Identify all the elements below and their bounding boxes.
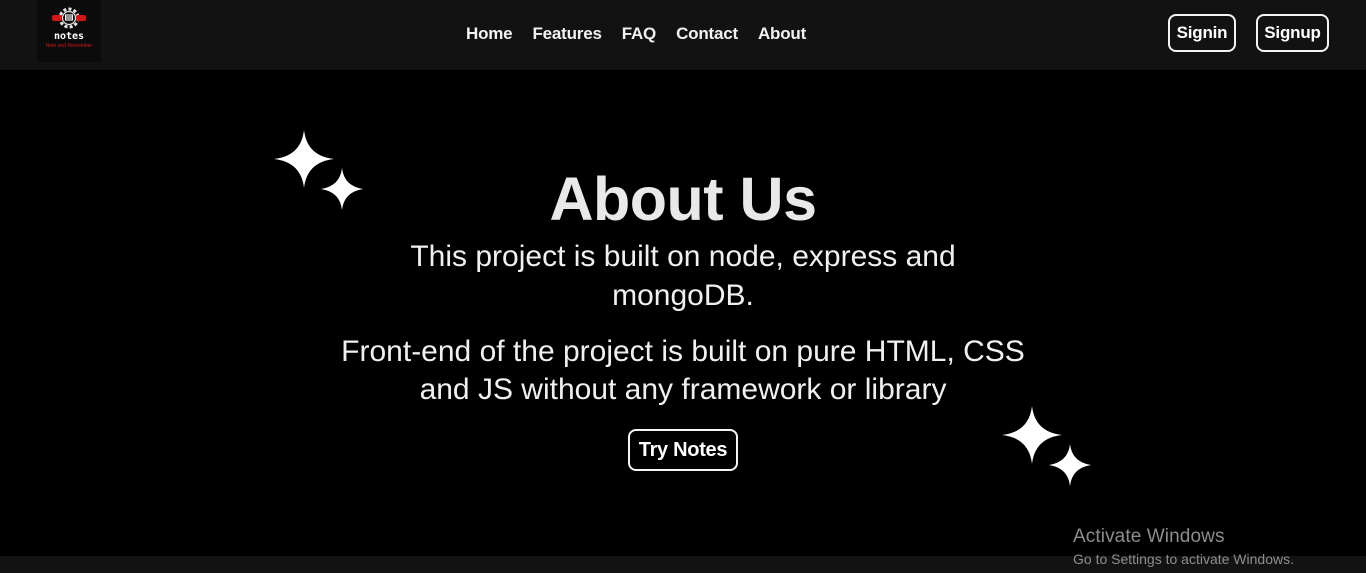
watermark-subtitle: Go to Settings to activate Windows. [1073, 551, 1294, 567]
signin-button[interactable]: Signin [1168, 14, 1236, 52]
logo-tagline: Note and Remember [45, 43, 93, 49]
main-nav: Home Features FAQ Contact About [466, 22, 806, 46]
activate-windows-watermark: Activate Windows Go to Settings to activ… [1073, 526, 1294, 568]
navbar: notes Note and Remember Home Features FA… [0, 0, 1366, 70]
signup-button[interactable]: Signup [1256, 14, 1329, 52]
logo-wordmark: notes [53, 31, 85, 42]
nav-link-faq[interactable]: FAQ [622, 22, 657, 46]
logo[interactable]: notes Note and Remember [37, 0, 101, 62]
page-title: About Us [549, 165, 817, 233]
watermark-title: Activate Windows [1073, 526, 1225, 547]
about-hero: About Us This project is built on node, … [0, 70, 1366, 556]
about-paragraph-backend: This project is built on node, express a… [410, 240, 956, 312]
try-notes-button[interactable]: Try Notes [628, 429, 738, 471]
nav-link-features[interactable]: Features [532, 22, 601, 46]
nav-link-about[interactable]: About [758, 22, 806, 46]
about-paragraph-frontend: Front-end of the project is built on pur… [341, 335, 1025, 406]
nav-link-home[interactable]: Home [466, 22, 513, 46]
sparkles-icon [1002, 406, 1091, 486]
nav-link-contact[interactable]: Contact [676, 22, 738, 46]
notes-logo-icon [52, 7, 86, 29]
